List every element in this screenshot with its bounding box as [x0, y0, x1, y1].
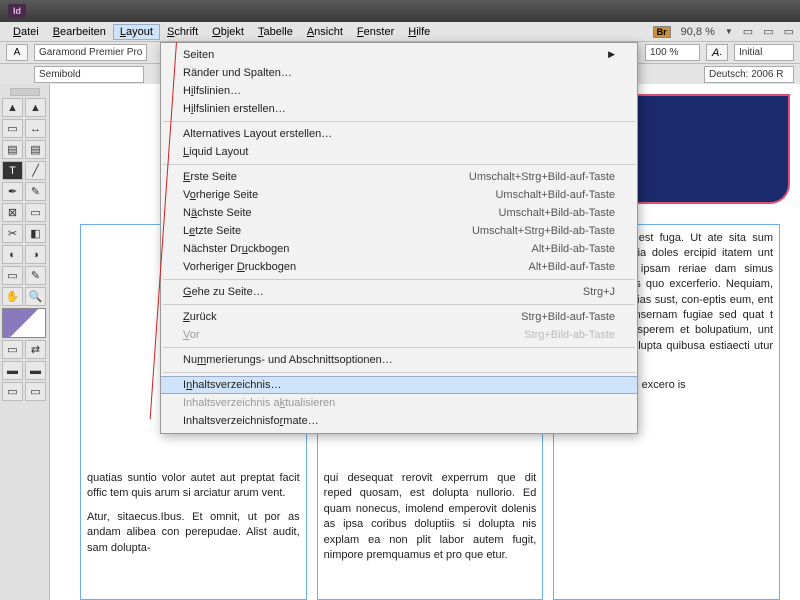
scissors-tool[interactable]: ✂ — [2, 224, 23, 243]
gradient-feather-tool[interactable]: ◑ — [25, 245, 46, 264]
layout-menu-dropdown: Seiten▶ Ränder und Spalten… Hilfslinien…… — [160, 42, 638, 434]
selection-tool[interactable]: ▲ — [2, 98, 23, 117]
menu-vor: VorStrg+Bild-ab-Taste — [161, 326, 637, 344]
menubar: Datei Bearbeiten Layout Schrift Objekt T… — [0, 22, 800, 42]
direct-selection-tool[interactable]: ▲ — [25, 98, 46, 117]
hand-tool[interactable]: ✋ — [2, 287, 23, 306]
screen-mode-icon[interactable]: ▭ — [763, 25, 773, 38]
menu-seiten[interactable]: Seiten▶ — [161, 46, 637, 64]
language-field[interactable]: Deutsch: 2006 R — [704, 66, 794, 83]
content-collector-tool[interactable]: ▤ — [2, 140, 23, 159]
submenu-arrow-icon: ▶ — [608, 49, 615, 61]
menu-hilfslinien[interactable]: Hilfslinien… — [161, 82, 637, 100]
menu-fenster[interactable]: Fenster — [350, 24, 401, 40]
menu-schrift[interactable]: Schrift — [160, 24, 205, 40]
initial-field[interactable]: Initial — [734, 44, 794, 61]
menu-erste-seite[interactable]: Erste SeiteUmschalt+Strg+Bild-auf-Taste — [161, 168, 637, 186]
menu-datei[interactable]: Datei — [6, 24, 46, 40]
tools-panel: ▲▲ ▭↔ ▤▤ T╱ ✒✎ ⊠▭ ✂◧ ◐◑ ▭✎ ✋🔍 ▭⇄ ▬▬ ▭▭ — [0, 84, 50, 600]
menu-separator — [163, 121, 635, 122]
character-mode-icon[interactable]: A — [6, 44, 28, 61]
menu-raender-spalten[interactable]: Ränder und Spalten… — [161, 64, 637, 82]
menu-separator — [163, 164, 635, 165]
apply-gradient[interactable]: ▬ — [25, 361, 46, 380]
menu-letzte-seite[interactable]: Letzte SeiteUmschalt+Strg+Bild-ab-Taste — [161, 222, 637, 240]
titlebar: Id — [0, 0, 800, 22]
pencil-tool[interactable]: ✎ — [25, 182, 46, 201]
menu-vorheriger-druckbogen[interactable]: Vorheriger DruckbogenAlt+Bild-auf-Taste — [161, 258, 637, 276]
rectangle-frame-tool[interactable]: ⊠ — [2, 203, 23, 222]
zoom-level[interactable]: 90,8 % — [681, 26, 715, 38]
menu-inhaltsverzeichnis[interactable]: Inhaltsverzeichnis… — [161, 376, 637, 394]
line-tool[interactable]: ╱ — [25, 161, 46, 180]
free-transform-tool[interactable]: ◧ — [25, 224, 46, 243]
menu-tabelle[interactable]: Tabelle — [251, 24, 300, 40]
apply-color[interactable]: ▬ — [2, 361, 23, 380]
menu-separator — [163, 304, 635, 305]
body-text: quatias suntio volor autet aut preptat f… — [87, 471, 300, 502]
default-fill-stroke[interactable]: ▭ — [2, 340, 23, 359]
font-style-field[interactable]: Semibold — [34, 66, 144, 83]
menu-separator — [163, 372, 635, 373]
fill-stroke-swatch[interactable] — [2, 308, 46, 338]
chevron-down-icon[interactable]: ▼ — [725, 27, 733, 36]
view-options-icon[interactable]: ▭ — [743, 25, 753, 38]
menu-layout[interactable]: Layout — [113, 24, 160, 40]
bridge-icon[interactable]: Br — [653, 26, 671, 38]
menu-inhaltsverzeichnis-aktualisieren: Inhaltsverzeichnis aktualisieren — [161, 394, 637, 412]
menu-nummerierung[interactable]: Nummerierungs- und Abschnittsoptionen… — [161, 351, 637, 369]
menu-alternatives-layout[interactable]: Alternatives Layout erstellen… — [161, 125, 637, 143]
pen-tool[interactable]: ✒ — [2, 182, 23, 201]
percent-field[interactable]: 100 % — [645, 44, 700, 61]
menu-naechster-druckbogen[interactable]: Nächster DruckbogenAlt+Bild-ab-Taste — [161, 240, 637, 258]
menu-hilfe[interactable]: Hilfe — [401, 24, 437, 40]
note-tool[interactable]: ▭ — [2, 266, 23, 285]
font-family-field[interactable]: Garamond Premier Pro — [34, 44, 147, 61]
text-style-icon[interactable]: A. — [706, 44, 728, 61]
menu-objekt[interactable]: Objekt — [205, 24, 251, 40]
panel-grip-icon[interactable] — [10, 88, 40, 96]
preview-mode[interactable]: ▭ — [25, 382, 46, 401]
content-placer-tool[interactable]: ▤ — [25, 140, 46, 159]
swap-fill-stroke[interactable]: ⇄ — [25, 340, 46, 359]
menu-naechste-seite[interactable]: Nächste SeiteUmschalt+Bild-ab-Taste — [161, 204, 637, 222]
gradient-swatch-tool[interactable]: ◐ — [2, 245, 23, 264]
app-logo-icon: Id — [8, 4, 26, 18]
menu-hilfslinien-erstellen[interactable]: Hilfslinien erstellen… — [161, 100, 637, 118]
menu-inhaltsverzeichnisformate[interactable]: Inhaltsverzeichnisformate… — [161, 412, 637, 430]
menu-liquid-layout[interactable]: Liquid Layout — [161, 143, 637, 161]
rectangle-tool[interactable]: ▭ — [25, 203, 46, 222]
type-tool[interactable]: T — [2, 161, 23, 180]
menu-zurueck[interactable]: ZurückStrg+Bild-auf-Taste — [161, 308, 637, 326]
arrange-icon[interactable]: ▭ — [784, 25, 794, 38]
body-text: qui desequat rerovit experrum que dit re… — [324, 471, 537, 563]
normal-view-mode[interactable]: ▭ — [2, 382, 23, 401]
menu-gehe-zu-seite[interactable]: Gehe zu Seite…Strg+J — [161, 283, 637, 301]
menu-separator — [163, 347, 635, 348]
gap-tool[interactable]: ↔ — [25, 119, 46, 138]
body-text: Atur, sitaecus.Ibus. Et omnit, ut por as… — [87, 510, 300, 556]
page-tool[interactable]: ▭ — [2, 119, 23, 138]
menu-separator — [163, 279, 635, 280]
eyedropper-tool[interactable]: ✎ — [25, 266, 46, 285]
zoom-tool[interactable]: 🔍 — [25, 287, 46, 306]
menu-bearbeiten[interactable]: Bearbeiten — [46, 24, 113, 40]
menu-ansicht[interactable]: Ansicht — [300, 24, 350, 40]
menu-vorherige-seite[interactable]: Vorherige SeiteUmschalt+Bild-auf-Taste — [161, 186, 637, 204]
